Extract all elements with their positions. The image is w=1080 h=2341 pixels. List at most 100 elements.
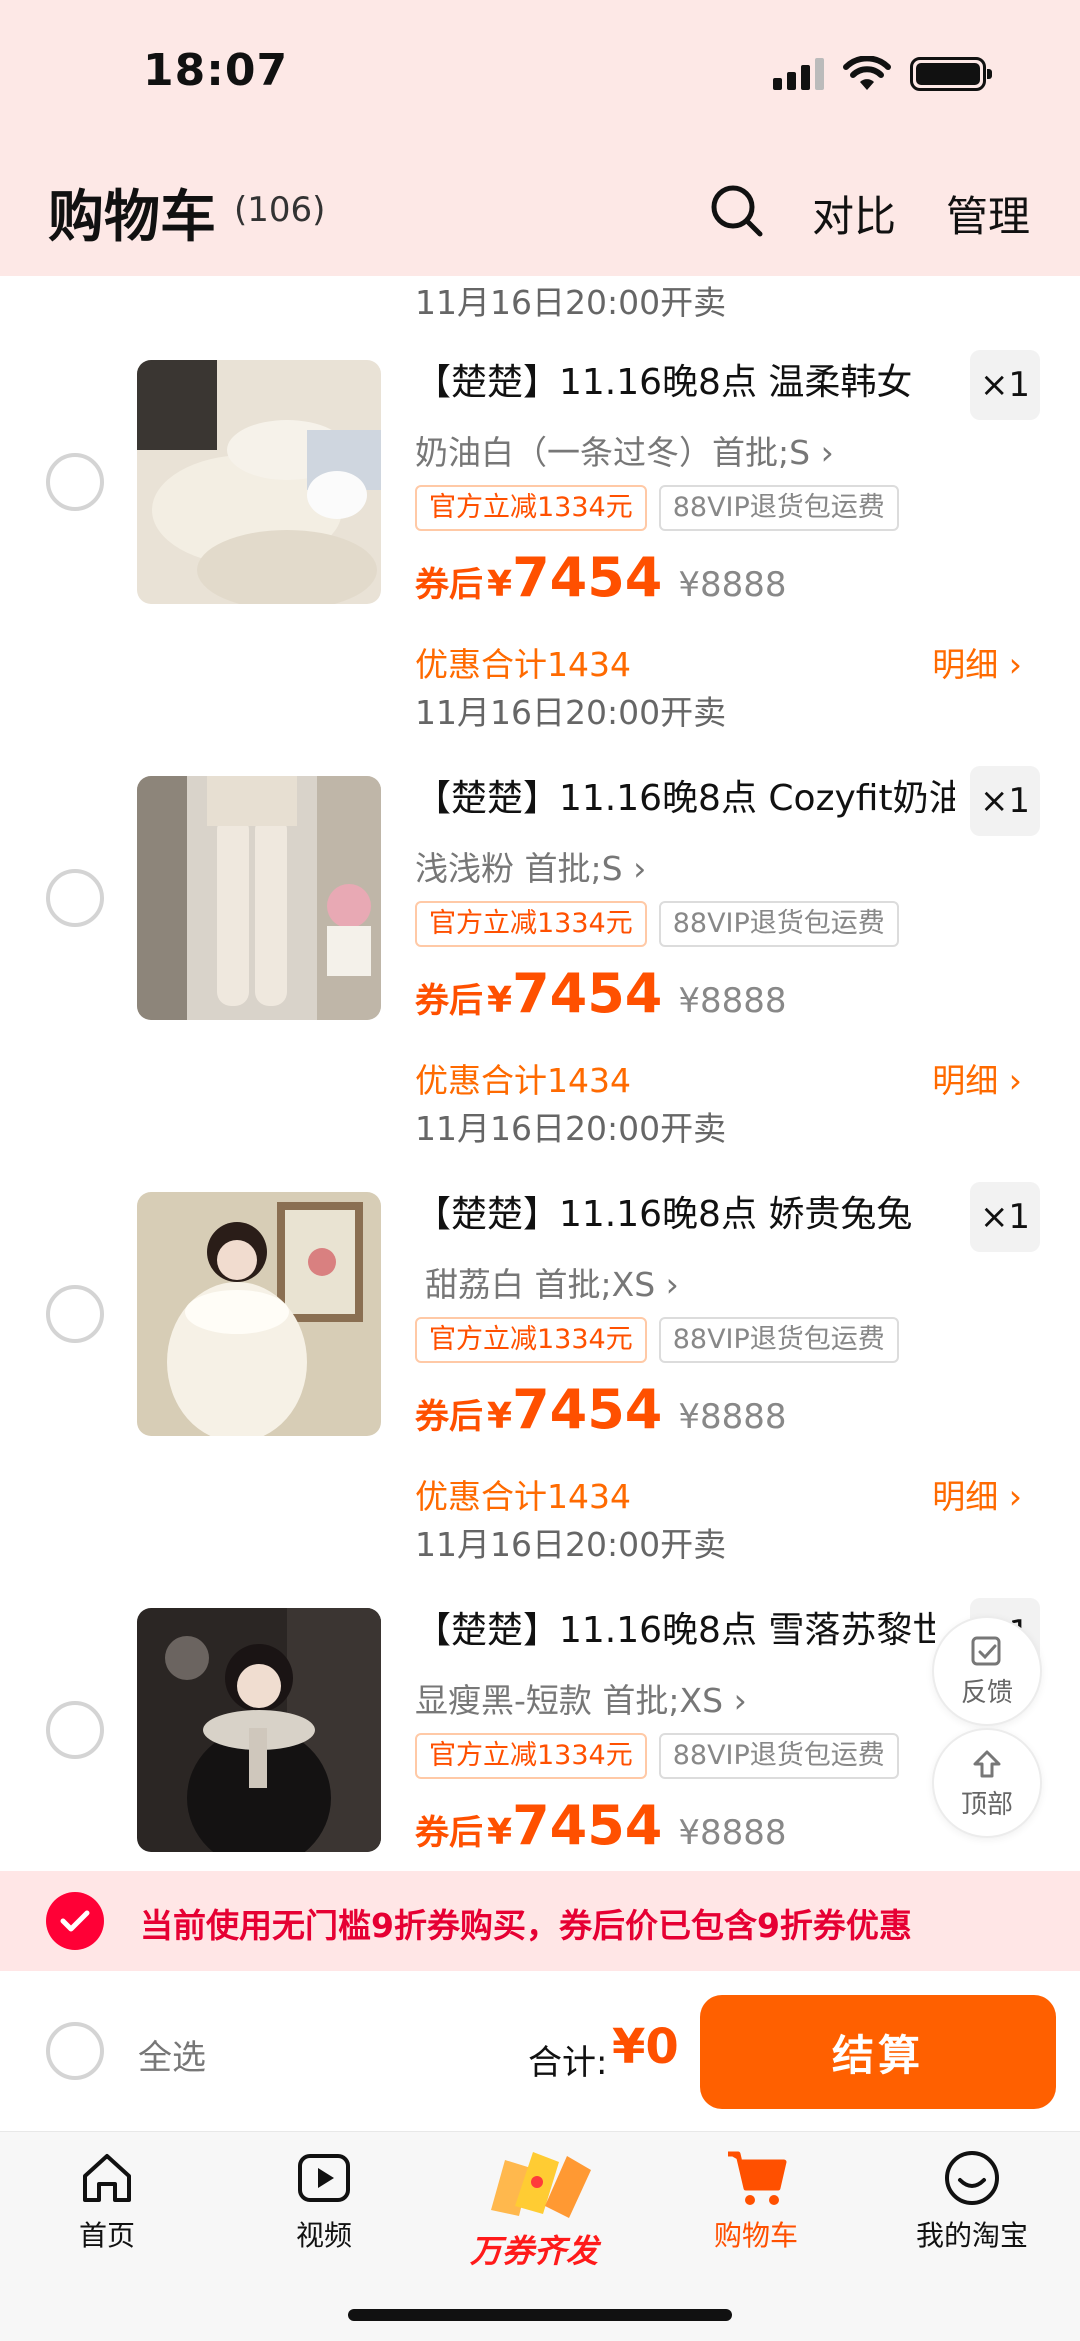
return-shipping-tag: 88VIP退货包运费 (658, 485, 899, 531)
quantity-stepper[interactable]: ×1 (970, 350, 1040, 420)
original-price: ¥8888 (678, 981, 787, 1021)
video-play-icon (298, 2154, 350, 2202)
promo-tags: 官方立减1334元 88VIP退货包运费 (415, 1733, 899, 1779)
product-image[interactable] (137, 360, 381, 604)
select-all-label[interactable]: 全选 (138, 2030, 206, 2079)
chevron-right-icon: › (633, 849, 647, 888)
sku-selector[interactable]: 奶油白（一条过冬）首批;S › (415, 426, 834, 474)
quantity-stepper[interactable]: ×1 (970, 1182, 1040, 1252)
discount-detail-button[interactable]: 明细 › (932, 638, 1022, 686)
cart-count: (106) (234, 190, 326, 230)
original-price: ¥8888 (678, 1813, 787, 1853)
checkout-bar: 全选 合计: ¥0 结算 (0, 1971, 1080, 2132)
search-icon[interactable] (708, 182, 764, 238)
product-image[interactable] (137, 1608, 381, 1852)
compare-button[interactable]: 对比 (812, 183, 896, 244)
pre-sale-time: 11月16日20:00开卖 (415, 1109, 727, 1148)
return-shipping-tag: 88VIP退货包运费 (658, 901, 899, 947)
coupon-banner[interactable]: 当前使用无门槛9折券购买，券后价已包含9折券优惠 (0, 1871, 1080, 1971)
product-name[interactable]: 【楚楚】11.16晚8点 温柔韩女 (415, 360, 955, 406)
product-name[interactable]: 【楚楚】11.16晚8点 娇贵兔兔 (415, 1192, 955, 1238)
home-indicator[interactable] (348, 2309, 732, 2321)
select-all-checkbox[interactable] (46, 2022, 104, 2080)
coupon-banner-text: 当前使用无门槛9折券购买，券后价已包含9折券优惠 (140, 1906, 912, 1945)
price-symbol: ¥ (487, 1396, 513, 1437)
tab-home[interactable]: 首页 (17, 2148, 197, 2254)
sku-text: 浅浅粉 首批;S (415, 849, 623, 888)
item-checkbox[interactable] (46, 869, 104, 927)
tab-video[interactable]: 视频 (234, 2148, 414, 2254)
price-label: 券后 (415, 565, 483, 605)
coupon-check-icon[interactable] (46, 1892, 104, 1950)
quantity-stepper[interactable]: ×1 (970, 766, 1040, 836)
discount-tag: 官方立减1334元 (415, 1733, 647, 1779)
cart-item[interactable]: 【楚楚】11.16晚8点 雪落苏黎世 ×1 显瘦黑-短款 首批;XS › 官方立… (0, 1598, 1080, 1871)
feedback-label: 反馈 (960, 1677, 1013, 1708)
status-time: 18:07 (143, 45, 289, 96)
header: 18:07 购物车 (106) 对比 管理 (0, 0, 1080, 276)
sku-selector[interactable]: 浅浅粉 首批;S › (415, 842, 646, 890)
battery-icon (910, 57, 992, 91)
top-label: 顶部 (960, 1789, 1013, 1820)
tab-mine[interactable]: 我的淘宝 (882, 2148, 1062, 2254)
total-value: ¥0 (612, 2019, 679, 2075)
cellular-signal-icon (773, 58, 824, 90)
tab-mine-label: 我的淘宝 (915, 2219, 1028, 2252)
total-label: 合计: (528, 2043, 608, 2083)
manage-button[interactable]: 管理 (946, 183, 1030, 244)
price-value: 7454 (512, 962, 663, 1025)
price-row: 券后 ¥ 7454 ¥8888 (415, 1378, 787, 1441)
detail-label: 明细 (932, 1477, 999, 1516)
detail-label: 明细 (932, 1061, 999, 1100)
product-name[interactable]: 【楚楚】11.16晚8点 雪落苏黎世 (415, 1608, 935, 1654)
chevron-right-icon: › (665, 1265, 679, 1304)
tab-cart-label: 购物车 (713, 2219, 798, 2252)
price-row: 券后 ¥ 7454 ¥8888 (415, 962, 787, 1025)
price-row: 券后 ¥ 7454 ¥8888 (415, 546, 787, 609)
promo-tags: 官方立减1334元 88VIP退货包运费 (415, 485, 899, 531)
promo-tags: 官方立减1334元 88VIP退货包运费 (415, 1317, 899, 1363)
sku-selector[interactable]: 显瘦黑-短款 首批;XS › (415, 1674, 747, 1722)
product-image[interactable] (137, 1192, 381, 1436)
pre-sale-time: 11月16日20:00开卖 (415, 1525, 727, 1564)
wifi-icon (843, 56, 891, 90)
smiley-face-icon (945, 2151, 999, 2205)
pre-sale-time: 11月16日20:00开卖 (415, 283, 727, 322)
discount-detail-button[interactable]: 明细 › (932, 1054, 1022, 1102)
price-label: 券后 (415, 981, 483, 1021)
item-checkbox[interactable] (46, 1701, 104, 1759)
discount-total: 优惠合计1434 (415, 1061, 631, 1100)
price-value: 7454 (512, 1378, 663, 1441)
feedback-icon (971, 1636, 1001, 1665)
price-value: 7454 (512, 1794, 663, 1857)
feedback-button[interactable]: 反馈 (932, 1616, 1042, 1726)
coupon-promo-icon (491, 2152, 591, 2218)
pre-sale-time: 11月16日20:00开卖 (415, 693, 727, 732)
promo-tags: 官方立减1334元 88VIP退货包运费 (415, 901, 899, 947)
sku-text: 显瘦黑-短款 首批;XS (415, 1681, 724, 1720)
tab-cart[interactable]: 购物车 (666, 2148, 846, 2254)
discount-total: 优惠合计1434 (415, 645, 631, 684)
item-checkbox[interactable] (46, 1285, 104, 1343)
settle-button[interactable]: 结算 (700, 1995, 1056, 2109)
chevron-right-icon: › (1008, 1477, 1022, 1516)
discount-detail-button[interactable]: 明细 › (932, 1470, 1022, 1518)
arrow-up-icon (973, 1750, 1001, 1777)
back-to-top-button[interactable]: 顶部 (932, 1728, 1042, 1838)
product-name[interactable]: 【楚楚】11.16晚8点 Cozyfit奶油 (415, 776, 955, 822)
return-shipping-tag: 88VIP退货包运费 (658, 1317, 899, 1363)
sku-selector[interactable]: 甜荔白 首批;XS › (425, 1258, 679, 1306)
tab-promo-label: 万券齐发 (470, 2232, 599, 2270)
chevron-right-icon: › (1008, 1061, 1022, 1100)
item-checkbox[interactable] (46, 453, 104, 511)
original-price: ¥8888 (678, 565, 787, 605)
sku-text: 奶油白（一条过冬）首批;S (415, 433, 811, 472)
price-symbol: ¥ (487, 980, 513, 1021)
return-shipping-tag: 88VIP退货包运费 (658, 1733, 899, 1779)
discount-tag: 官方立减1334元 (415, 901, 647, 947)
cart-icon (728, 2151, 787, 2205)
product-image[interactable] (137, 776, 381, 1020)
chevron-right-icon: › (1008, 645, 1022, 684)
cart-list[interactable]: 11月16日20:00开卖 【楚楚】11.16晚8点 温柔韩女 ×1 奶油白（一… (0, 276, 1080, 1871)
discount-tag: 官方立减1334元 (415, 485, 647, 531)
